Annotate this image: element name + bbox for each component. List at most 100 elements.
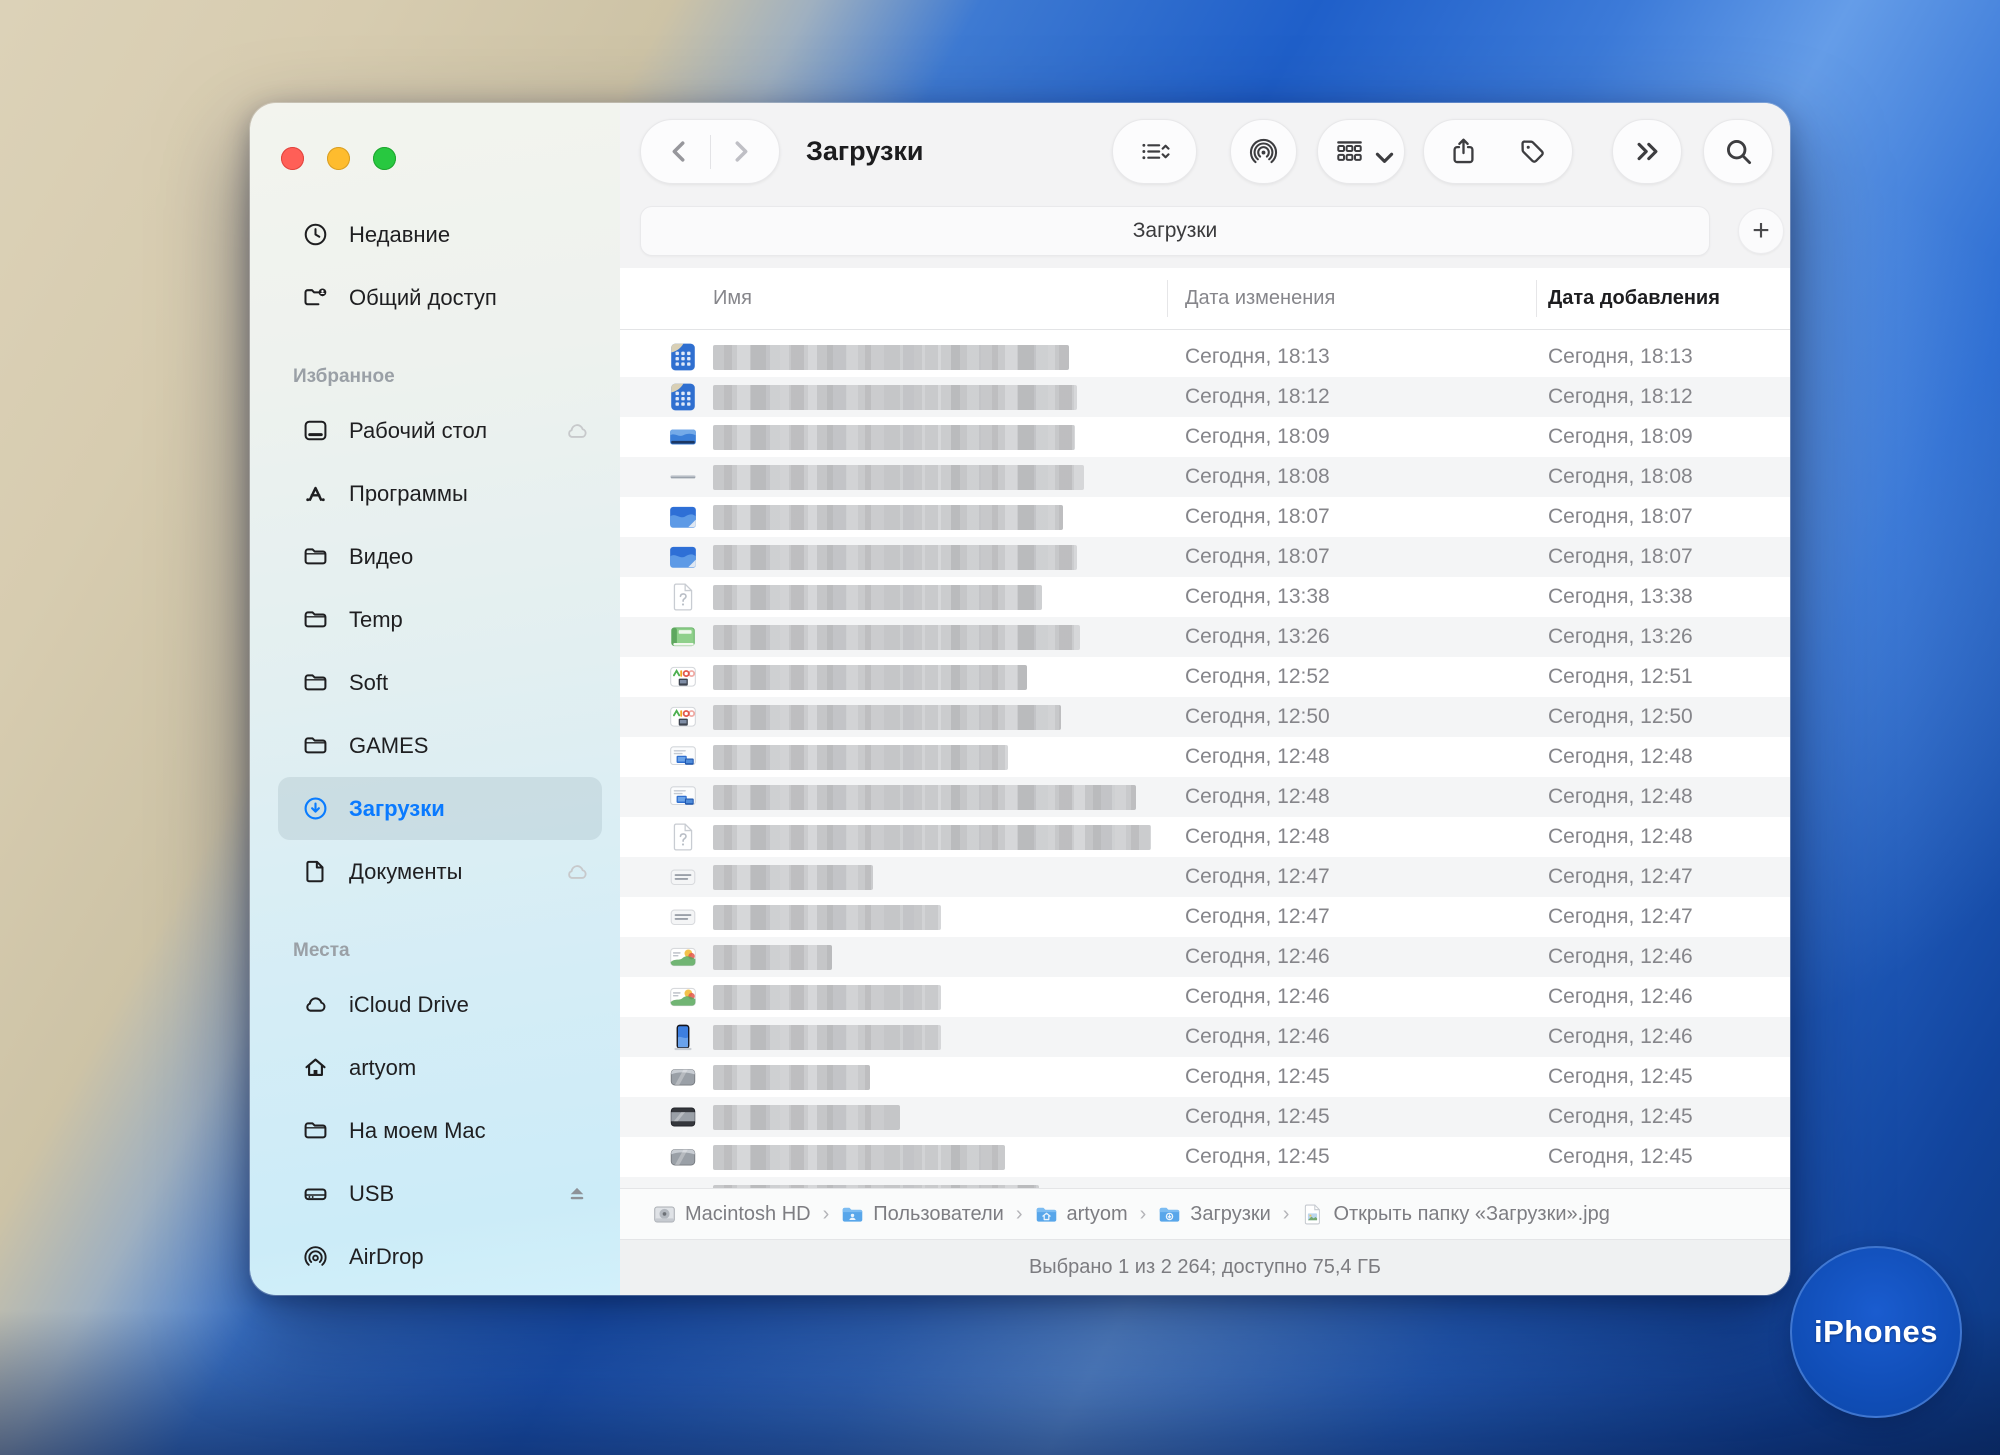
column-header-date-modified[interactable]: Дата изменения — [1185, 268, 1335, 329]
sidebar-item-недавние[interactable]: Недавние — [278, 203, 602, 266]
file-row[interactable]: Сегодня, 12:47 Сегодня, 12:47 — [620, 897, 1790, 937]
path-label: Пользователи — [873, 1202, 1004, 1225]
file-name-redacted — [713, 1105, 900, 1130]
file-row[interactable]: Сегодня, 18:09 Сегодня, 18:09 — [620, 417, 1790, 457]
sidebar-item-программы[interactable]: Программы — [278, 462, 602, 525]
status-text: Выбрано 1 из 2 264; доступно 75,4 ГБ — [1028, 1256, 1382, 1278]
share-icon — [1448, 136, 1479, 167]
column-separator[interactable] — [1167, 280, 1168, 317]
column-header-name[interactable]: Имя — [713, 268, 752, 329]
file-name-redacted — [713, 865, 873, 890]
iphones-watermark-badge: iPhones — [1790, 1246, 1962, 1418]
tag-icon — [1517, 136, 1548, 167]
file-row[interactable]: Сегодня, 12:46 Сегодня, 12:46 — [620, 1017, 1790, 1057]
file-row[interactable]: Сегодня, 12:48 Сегодня, 12:48 — [620, 737, 1790, 777]
toolbar-buttons — [1112, 119, 1773, 184]
file-row[interactable]: Сегодня, 13:26 Сегодня, 13:26 — [620, 617, 1790, 657]
view-options-button[interactable] — [1125, 122, 1185, 182]
sidebar-item-games[interactable]: GAMES — [278, 714, 602, 777]
path-item[interactable]: Пользователи — [841, 1203, 1004, 1226]
forward-button[interactable] — [711, 122, 771, 182]
file-row[interactable]: Сегодня, 12:47 Сегодня, 12:47 — [620, 857, 1790, 897]
column-header-date-added[interactable]: Дата добавления — [1548, 268, 1720, 329]
file-row[interactable]: Сегодня, 12:43 Сегодня, 12:43 — [620, 1177, 1790, 1188]
path-item[interactable]: Загрузки — [1158, 1203, 1271, 1226]
document-icon — [302, 858, 329, 885]
date-added: Сегодня, 18:13 — [1548, 345, 1693, 368]
path-item[interactable]: artyom — [1035, 1203, 1128, 1226]
list-sort-icon — [1139, 136, 1170, 167]
file-name-redacted — [713, 465, 1084, 490]
file-row[interactable]: Сегодня, 12:52 Сегодня, 12:51 — [620, 657, 1790, 697]
column-separator[interactable] — [1536, 280, 1537, 317]
file-row[interactable]: Сегодня, 12:45 Сегодня, 12:45 — [620, 1097, 1790, 1137]
folder-download-icon — [1158, 1203, 1181, 1226]
file-name-redacted — [713, 705, 1061, 730]
close-button[interactable] — [281, 147, 304, 170]
sidebar-item-на-моем-mac[interactable]: На моем Mac — [278, 1099, 602, 1162]
search-button[interactable] — [1708, 122, 1768, 182]
file-row[interactable]: Сегодня, 12:46 Сегодня, 12:46 — [620, 937, 1790, 977]
sidebar-item-общий-доступ[interactable]: Общий доступ — [278, 266, 602, 329]
file-name-redacted — [713, 345, 1069, 370]
tab-downloads[interactable]: Загрузки — [640, 206, 1710, 256]
file-icon — [668, 902, 698, 932]
file-row[interactable]: Сегодня, 12:45 Сегодня, 12:45 — [620, 1137, 1790, 1177]
sidebar-item-usb[interactable]: USB — [278, 1162, 602, 1225]
date-added: Сегодня, 12:43 — [1548, 1177, 1693, 1188]
sidebar-item-видео[interactable]: Видео — [278, 525, 602, 588]
file-row[interactable]: Сегодня, 12:48 Сегодня, 12:48 — [620, 777, 1790, 817]
back-button[interactable] — [650, 122, 710, 182]
file-icon — [668, 702, 698, 732]
sidebar-item-icloud-drive[interactable]: iCloud Drive — [278, 973, 602, 1036]
airdrop-button[interactable] — [1234, 122, 1294, 182]
file-row[interactable]: Сегодня, 13:38 Сегодня, 13:38 — [620, 577, 1790, 617]
traffic-lights — [281, 147, 396, 170]
file-row[interactable]: Сегодня, 12:45 Сегодня, 12:45 — [620, 1057, 1790, 1097]
cloud-item-icon — [302, 991, 329, 1018]
file-row[interactable]: Сегодня, 18:08 Сегодня, 18:08 — [620, 457, 1790, 497]
tags-button[interactable] — [1503, 122, 1563, 182]
path-item[interactable]: Открыть папку «Загрузки».jpg — [1301, 1203, 1610, 1226]
file-row[interactable]: Сегодня, 18:07 Сегодня, 18:07 — [620, 497, 1790, 537]
date-modified: Сегодня, 12:46 — [1185, 985, 1330, 1008]
file-name-redacted — [713, 1145, 1005, 1170]
file-row[interactable]: Сегодня, 18:13 Сегодня, 18:13 — [620, 337, 1790, 377]
date-added: Сегодня, 18:07 — [1548, 505, 1693, 528]
sidebar-item-label: iCloud Drive — [349, 991, 469, 1017]
sidebar-item-загрузки[interactable]: Загрузки — [278, 777, 602, 840]
file-row[interactable]: Сегодня, 12:50 Сегодня, 12:50 — [620, 697, 1790, 737]
folder-icon — [302, 669, 329, 696]
minimize-button[interactable] — [327, 147, 350, 170]
date-added: Сегодня, 18:08 — [1548, 465, 1693, 488]
share-button[interactable] — [1433, 122, 1493, 182]
toolbar-group — [1112, 119, 1197, 184]
file-name-redacted — [713, 505, 1063, 530]
sidebar-item-artyom[interactable]: artyom — [278, 1036, 602, 1099]
file-row[interactable]: Сегодня, 18:07 Сегодня, 18:07 — [620, 537, 1790, 577]
tab-bar: Загрузки + — [620, 206, 1790, 256]
group-by-button[interactable] — [1334, 122, 1393, 182]
add-tab-button[interactable]: + — [1738, 208, 1784, 254]
file-row[interactable]: Сегодня, 18:12 Сегодня, 18:12 — [620, 377, 1790, 417]
file-row[interactable]: Сегодня, 12:48 Сегодня, 12:48 — [620, 817, 1790, 857]
date-added: Сегодня, 13:38 — [1548, 585, 1693, 608]
file-name-redacted — [713, 425, 1075, 450]
sidebar-item-рабочий-стол[interactable]: Рабочий стол — [278, 399, 602, 462]
search-icon — [1723, 136, 1754, 167]
file-icon — [668, 502, 698, 532]
more-toolbar-button[interactable] — [1617, 122, 1677, 182]
sidebar-section-header: Избранное — [293, 366, 395, 387]
sidebar-item-temp[interactable]: Temp — [278, 588, 602, 651]
toolbar-group — [1703, 119, 1773, 184]
file-row[interactable]: Сегодня, 12:46 Сегодня, 12:46 — [620, 977, 1790, 1017]
file-name-redacted — [713, 985, 941, 1010]
date-modified: Сегодня, 12:46 — [1185, 945, 1330, 968]
chevrons-right-icon — [1632, 136, 1663, 167]
toolbar-group — [1612, 119, 1682, 184]
sidebar-item-документы[interactable]: Документы — [278, 840, 602, 903]
sidebar-item-soft[interactable]: Soft — [278, 651, 602, 714]
zoom-button[interactable] — [373, 147, 396, 170]
sidebar-item-airdrop[interactable]: AirDrop — [278, 1225, 602, 1288]
path-item[interactable]: Macintosh HD — [653, 1203, 811, 1226]
